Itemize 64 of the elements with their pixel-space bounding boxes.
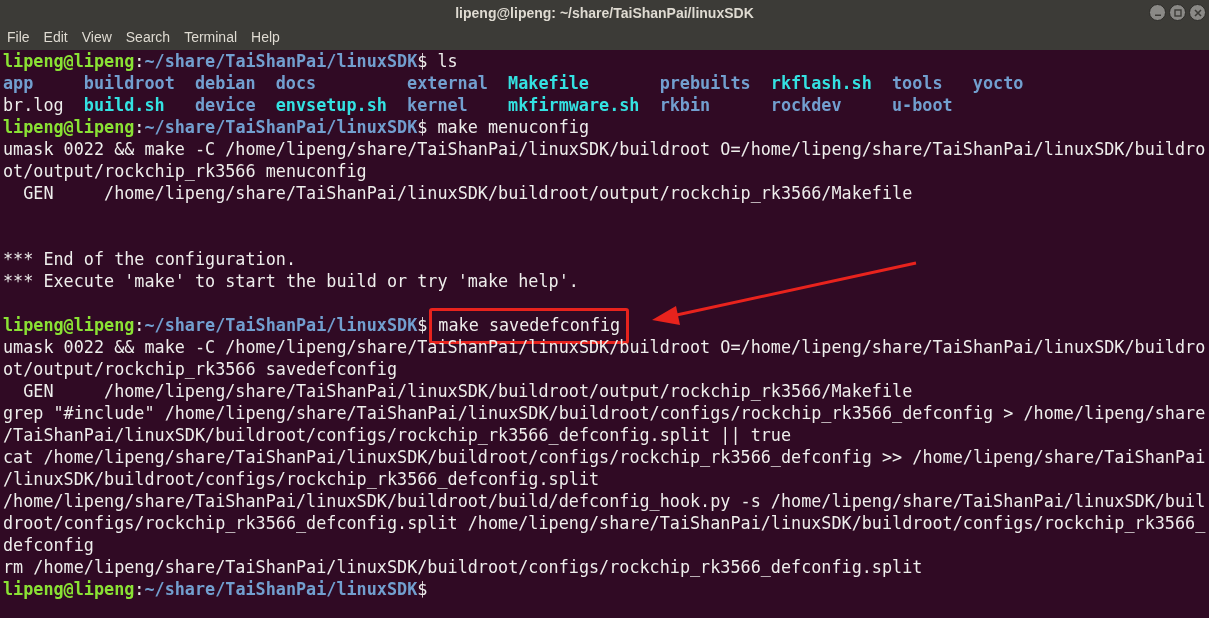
- menu-item[interactable]: Help: [251, 26, 280, 48]
- output-line: ot/output/rockchip_rk3566 savedefconfig: [3, 358, 398, 382]
- command-text: make menuconfig: [437, 116, 589, 140]
- prompt-symbol: $: [417, 314, 428, 338]
- prompt-symbol: $: [417, 116, 428, 140]
- output-line: droot/configs/rockchip_rk3566_defconfig.split /home/lipeng/share/TaiShanPai/linuxSDK/buildroot/configs/rockchip_rk3566_: [3, 512, 1206, 536]
- close-icon: [1193, 8, 1202, 17]
- output-line: GEN /home/lipeng/share/TaiShanPai/linuxSDK/buildroot/output/rockchip_rk3566/Makefile: [22, 380, 913, 404]
- executable-name: build.sh: [83, 94, 165, 118]
- prompt-path: ~/share/TaiShanPai/linuxSDK: [144, 314, 418, 338]
- maximize-button[interactable]: [1169, 4, 1186, 21]
- output-line: /linuxSDK/buildroot/configs/rockchip_rk3566_defconfig.split: [3, 468, 600, 492]
- directory-name: prebuilts: [659, 72, 751, 96]
- directory-name: kernel: [407, 94, 468, 118]
- output-line: defconfig: [3, 534, 94, 558]
- directory-name: debian: [194, 72, 256, 96]
- output-line: grep "#include" /home/lipeng/share/TaiShanPai/linuxSDK/buildroot/configs/rockchip_rk3566_defconfig > /home/lipeng/share: [3, 402, 1206, 426]
- output-line: umask 0022 && make -C /home/lipeng/share/TaiShanPai/linuxSDK/buildroot O=/home/lipeng/share/TaiShanPai/linuxSDK/buildro: [3, 138, 1206, 162]
- directory-name: buildroot: [83, 72, 175, 96]
- window-title: lipeng@lipeng: ~/share/TaiShanPai/linuxSDK: [455, 3, 754, 23]
- prompt-symbol: :: [134, 314, 145, 338]
- maximize-icon: [1173, 8, 1182, 17]
- executable-name: envsetup.sh: [275, 94, 387, 118]
- output-line: rm /home/lipeng/share/TaiShanPai/linuxSDK/buildroot/configs/rockchip_rk3566_defconfig.split: [3, 556, 923, 580]
- output-line: *** End of the configuration.: [3, 248, 296, 272]
- executable-name: rkflash.sh: [770, 72, 872, 96]
- directory-name: tools: [892, 72, 943, 96]
- close-button[interactable]: [1189, 4, 1206, 21]
- directory-name: device: [194, 94, 256, 118]
- directory-name: app: [3, 72, 34, 96]
- prompt-path: ~/share/TaiShanPai/linuxSDK: [144, 50, 418, 74]
- prompt-path: ~/share/TaiShanPai/linuxSDK: [144, 578, 418, 602]
- output-line: GEN /home/lipeng/share/TaiShanPai/linuxSDK/buildroot/output/rockchip_rk3566/Makefile: [22, 182, 913, 206]
- menu-item[interactable]: View: [81, 26, 112, 48]
- file-name: br.log: [3, 94, 64, 118]
- directory-name: rkbin: [659, 94, 711, 118]
- menu-item[interactable]: Edit: [43, 26, 68, 48]
- prompt-symbol: $: [417, 50, 428, 74]
- output-line: ot/output/rockchip_rk3566 menuconfig: [3, 160, 367, 184]
- directory-name: u-boot: [892, 94, 953, 118]
- menu-item[interactable]: Terminal: [184, 26, 238, 48]
- output-line: cat /home/lipeng/share/TaiShanPai/linuxSDK/buildroot/configs/rockchip_rk3566_defconfig >> /home/lipeng/share/TaiShanPai: [3, 446, 1206, 470]
- executable-name: Makefile: [508, 72, 589, 96]
- prompt-user: lipeng@lipeng: [3, 50, 135, 74]
- directory-name: rockdev: [770, 94, 842, 118]
- output-line: /TaiShanPai/linuxSDK/buildroot/configs/rockchip_rk3566_defconfig.split || true: [3, 424, 792, 448]
- prompt-user: lipeng@lipeng: [3, 116, 135, 140]
- prompt-symbol: :: [134, 578, 145, 602]
- output-line: *** Execute 'make' to start the build or try 'make help'.: [3, 270, 579, 294]
- menu-item[interactable]: File: [7, 26, 30, 48]
- directory-name: docs: [275, 72, 317, 96]
- executable-name: mkfirmware.sh: [508, 94, 640, 118]
- directory-name: external: [407, 72, 488, 96]
- command-text: ls: [437, 50, 458, 74]
- prompt-symbol: :: [134, 50, 145, 74]
- prompt-user: lipeng@lipeng: [3, 578, 135, 602]
- prompt-path: ~/share/TaiShanPai/linuxSDK: [144, 116, 418, 140]
- prompt-symbol: $: [417, 578, 428, 602]
- directory-name: yocto: [972, 72, 1024, 96]
- prompt-symbol: :: [134, 116, 145, 140]
- menu-item[interactable]: Search: [125, 26, 171, 48]
- prompt-user: lipeng@lipeng: [3, 314, 135, 338]
- output-line: /home/lipeng/share/TaiShanPai/linuxSDK/buildroot/build/defconfig_hook.py -s /home/lipeng/share/TaiShanPai/linuxSDK/buil: [3, 490, 1206, 514]
- minimize-button[interactable]: [1149, 4, 1166, 21]
